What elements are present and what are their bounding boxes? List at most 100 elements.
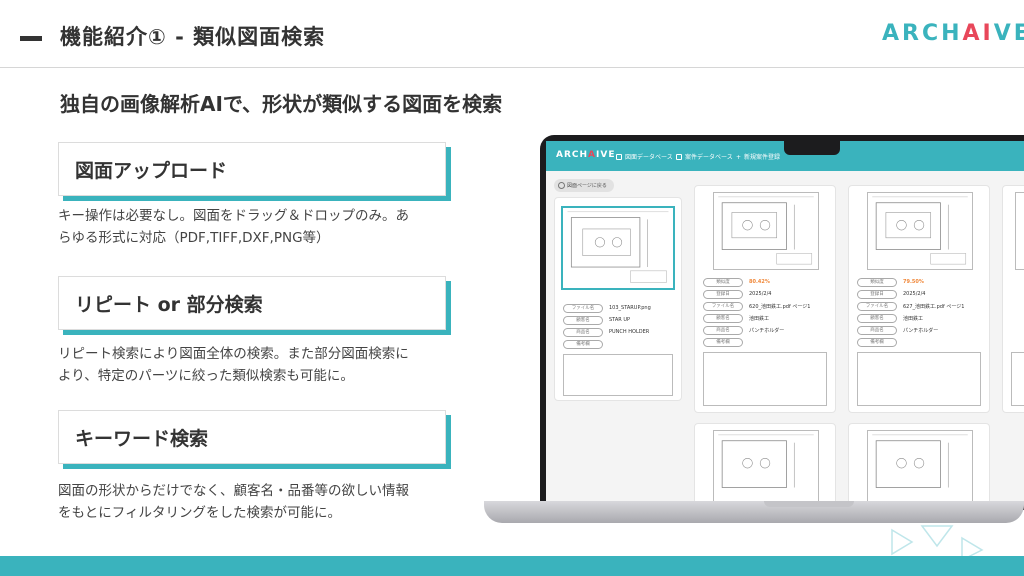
database-icon	[676, 154, 682, 160]
back-to-drawing-button[interactable]: 図面ページに戻る	[554, 179, 614, 192]
title-bar-mark	[20, 36, 42, 41]
result-field-date: 登録日 2025/2/4	[857, 290, 977, 299]
feature-label: 図面アップロード	[75, 160, 228, 182]
query-drawing-thumbnail[interactable]	[561, 206, 675, 290]
feature-desc-line: キー操作は必要なし。図面をドラッグ＆ドロップのみ。あ	[58, 208, 409, 224]
nav-new-project[interactable]: + 新規案件登録	[736, 152, 780, 161]
result-card[interactable]	[694, 423, 836, 501]
slide-header: 機能紹介① - 類似図面検索 ARCHAIVE	[0, 0, 1024, 68]
field-value: 池田鉄工	[749, 316, 770, 322]
nav-label: 案件データベース	[685, 154, 733, 161]
result-field-customer: 顧客名 池田鉄工	[703, 314, 823, 323]
result-card[interactable]: 類似度 79.50% 登録日 2025/2/4 ファイル名 627_池田鉄工.pdf …	[848, 185, 990, 413]
query-field-filename: ファイル名 103_STARUP.png	[563, 304, 683, 313]
result-drawing-thumbnail[interactable]	[713, 430, 819, 501]
result-card-partial[interactable]	[1002, 185, 1024, 413]
similarity-value: 80.42%	[749, 279, 770, 285]
field-key: 顧客名	[563, 316, 603, 325]
field-key: 登録日	[857, 290, 897, 299]
result-notes-box[interactable]	[703, 352, 827, 406]
feature-desc-repeat-partial: リピート検索により図面全体の検索。また部分図面検索に より、特定のパーツに絞った…	[58, 343, 468, 387]
result-field-notes: 備考欄	[703, 338, 823, 347]
field-key: 顧客名	[857, 314, 897, 323]
result-drawing-thumbnail[interactable]	[867, 192, 973, 270]
feature-desc-line: をもとにフィルタリングをした検索が可能に。	[58, 505, 341, 521]
feature-desc-keyword: 図面の形状からだけでなく、顧客名・品番等の欲しい情報 をもとにフィルタリングをし…	[58, 480, 468, 524]
similarity-value: 79.50%	[903, 279, 924, 285]
feature-desc-line: より、特定のパーツに絞った類似検索も可能に。	[58, 368, 354, 384]
result-field-date: 登録日 2025/2/4	[703, 290, 823, 299]
slide-subtitle: 独自の画像解析AIで、形状が類似する図面を検索	[60, 92, 503, 116]
app-logo-post: IVE	[596, 150, 616, 160]
feature-label: リピート or 部分検索	[75, 294, 263, 316]
drawing-sketch	[872, 434, 968, 488]
app-logo-ai: A	[588, 150, 597, 160]
logo-text-ai: AI	[962, 21, 994, 46]
result-field-product: 商品名 パンチホルダー	[703, 326, 823, 335]
result-card[interactable]: 類似度 80.42% 登録日 2025/2/4 ファイル名 620_池田鉄工.pdf …	[694, 185, 836, 413]
result-notes-box[interactable]	[1011, 352, 1024, 406]
field-key: ファイル名	[703, 302, 743, 311]
footer-band	[0, 556, 1024, 576]
feature-card-repeat-partial: リピート or 部分検索	[58, 276, 446, 330]
query-drawing-card: ファイル名 103_STARUP.png 顧客名 STAR UP 商品名 PUNCH …	[554, 197, 682, 401]
result-drawing-thumbnail[interactable]	[1015, 192, 1024, 270]
query-field-customer: 顧客名 STAR UP	[563, 316, 683, 325]
field-key: 顧客名	[703, 314, 743, 323]
result-field-notes: 備考欄	[857, 338, 977, 347]
feature-desc-line: 図面の形状からだけでなく、顧客名・品番等の欲しい情報	[58, 483, 409, 499]
feature-label: キーワード検索	[75, 428, 209, 450]
result-field-product: 商品名 パンチホルダー	[857, 326, 977, 335]
laptop-mockup: ARCHAIVE 図面データベース 案件データベース + 新規案件登録 図面ページ…	[484, 135, 1024, 530]
field-value: 627_池田鉄工.pdf ページ1	[903, 304, 965, 310]
result-drawing-thumbnail[interactable]	[713, 192, 819, 270]
feature-card-keyword: キーワード検索	[58, 410, 446, 464]
field-key: 備考欄	[857, 338, 897, 347]
field-value: 2025/2/4	[903, 291, 926, 297]
feature-desc-upload: キー操作は必要なし。図面をドラッグ＆ドロップのみ。あ らゆる形式に対応（PDF,…	[58, 205, 468, 249]
query-field-product: 商品名 PUNCH HOLDER	[563, 328, 683, 337]
drawing-sketch	[872, 196, 968, 265]
field-value: パンチホルダー	[749, 328, 785, 334]
nav-project-database[interactable]: 案件データベース	[676, 152, 733, 161]
field-key: 備考欄	[703, 338, 743, 347]
feature-desc-line: らゆる形式に対応（PDF,TIFF,DXF,PNG等）	[58, 230, 330, 246]
field-value: 103_STARUP.png	[609, 305, 651, 311]
result-field-similarity: 類似度 80.42%	[703, 278, 823, 287]
decorative-triangles	[891, 525, 984, 560]
field-value: 2025/2/4	[749, 291, 772, 297]
logo-text-pre: ARCH	[882, 21, 963, 46]
archaive-logo: ARCHAIVE	[882, 21, 1024, 46]
back-label: 図面ページに戻る	[567, 183, 607, 189]
nav-label: 新規案件登録	[744, 154, 781, 161]
query-field-notes: 備考欄	[563, 340, 683, 349]
field-key: ファイル名	[857, 302, 897, 311]
result-field-filename: ファイル名 620_池田鉄工.pdf ページ1	[703, 302, 823, 311]
app-screen: ARCHAIVE 図面データベース 案件データベース + 新規案件登録 図面ページ…	[546, 141, 1024, 501]
result-drawing-thumbnail[interactable]	[867, 430, 973, 501]
result-field-customer: 顧客名 池田鉄工	[857, 314, 977, 323]
field-value: 池田鉄工	[903, 316, 924, 322]
field-key: ファイル名	[563, 304, 603, 313]
nav-label: 図面データベース	[625, 154, 673, 161]
field-key: 類似度	[857, 278, 897, 287]
field-value: PUNCH HOLDER	[609, 329, 650, 335]
feature-card-upload: 図面アップロード	[58, 142, 446, 196]
drawing-sketch	[718, 196, 814, 265]
result-field-similarity: 類似度 79.50%	[857, 278, 977, 287]
field-key: 商品名	[703, 326, 743, 335]
query-notes-box[interactable]	[563, 354, 673, 396]
result-card[interactable]	[848, 423, 990, 501]
feature-desc-line: リピート検索により図面全体の検索。また部分図面検索に	[58, 346, 409, 362]
database-icon	[616, 154, 622, 160]
result-field-filename: ファイル名 627_池田鉄工.pdf ページ1	[857, 302, 977, 311]
nav-drawing-database[interactable]: 図面データベース	[616, 152, 673, 161]
back-arrow-icon	[558, 182, 565, 189]
app-logo[interactable]: ARCHAIVE	[556, 150, 615, 160]
field-value: パンチホルダー	[903, 328, 939, 334]
logo-text-post: VE	[993, 21, 1024, 46]
slide-title: 機能紹介① - 類似図面検索	[60, 25, 326, 49]
result-notes-box[interactable]	[857, 352, 981, 406]
field-key: 類似度	[703, 278, 743, 287]
plus-icon: +	[736, 154, 742, 161]
